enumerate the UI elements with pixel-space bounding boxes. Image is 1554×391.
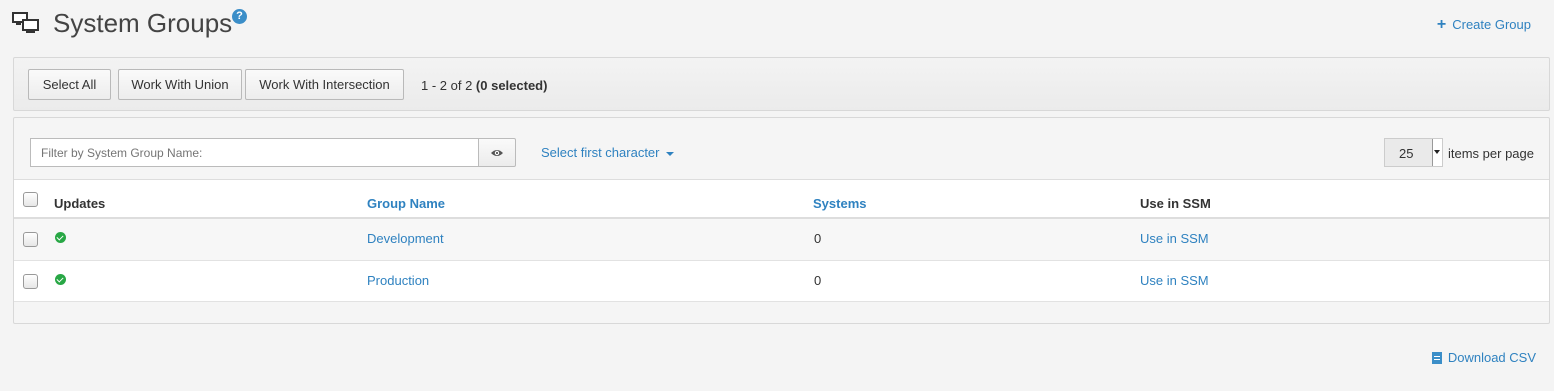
row-checkbox[interactable] <box>23 274 38 289</box>
column-use-in-ssm: Use in SSM <box>1140 196 1211 211</box>
select-first-character-label: Select first character <box>541 145 660 160</box>
use-in-ssm-link[interactable]: Use in SSM <box>1140 231 1209 246</box>
group-name-link[interactable]: Production <box>367 273 429 288</box>
check-circle-icon <box>55 232 66 243</box>
items-per-page-select[interactable]: 25 <box>1384 138 1443 167</box>
group-name-link[interactable]: Development <box>367 231 444 246</box>
page-title: System Groups <box>53 8 233 38</box>
column-systems[interactable]: Systems <box>813 196 866 211</box>
system-groups-icon <box>12 12 39 33</box>
column-updates: Updates <box>54 196 106 211</box>
column-group-name[interactable]: Group Name <box>367 196 445 211</box>
systems-count: 0 <box>814 231 822 246</box>
items-per-page-label: items per page <box>1448 146 1534 161</box>
dropdown-arrow-icon <box>1432 139 1442 166</box>
row-checkbox[interactable] <box>23 232 38 247</box>
work-with-union-button[interactable]: Work With Union <box>118 69 242 100</box>
page-header: System Groups ? + Create Group <box>0 0 1554 48</box>
result-count: 1 - 2 of 2 (0 selected) <box>421 78 547 93</box>
download-csv-link[interactable]: Download CSV <box>1431 350 1536 365</box>
select-all-button[interactable]: Select All <box>28 69 111 100</box>
items-per-page-value: 25 <box>1399 146 1414 161</box>
table-header-row: Updates Group Name Systems Use in SSM <box>14 179 1549 219</box>
table-row: Production 0 Use in SSM <box>14 261 1549 302</box>
help-icon[interactable]: ? <box>232 9 247 24</box>
systems-count: 0 <box>814 273 822 288</box>
range-text: 1 - 2 of 2 <box>421 78 476 93</box>
selection-toolbar: Select All Work With Union Work With Int… <box>13 57 1550 111</box>
create-group-label: Create Group <box>1452 17 1531 32</box>
groups-panel: Select first character 25 items per page… <box>13 117 1550 324</box>
filter-apply-button[interactable] <box>478 138 516 167</box>
use-in-ssm-link[interactable]: Use in SSM <box>1140 273 1209 288</box>
check-circle-icon <box>55 274 66 285</box>
plus-icon: + <box>1436 16 1447 33</box>
work-with-intersection-button[interactable]: Work With Intersection <box>245 69 404 100</box>
table-row: Development 0 Use in SSM <box>14 219 1549 261</box>
caret-down-icon <box>665 151 674 156</box>
file-csv-icon <box>1431 352 1442 364</box>
select-first-character-dropdown[interactable]: Select first character <box>541 145 674 160</box>
selected-count: (0 selected) <box>475 78 548 93</box>
download-csv-label: Download CSV <box>1447 350 1536 365</box>
filter-input[interactable] <box>30 138 479 167</box>
eye-icon <box>491 150 503 156</box>
create-group-link[interactable]: + Create Group <box>1437 16 1531 34</box>
select-all-checkbox[interactable] <box>23 192 38 207</box>
